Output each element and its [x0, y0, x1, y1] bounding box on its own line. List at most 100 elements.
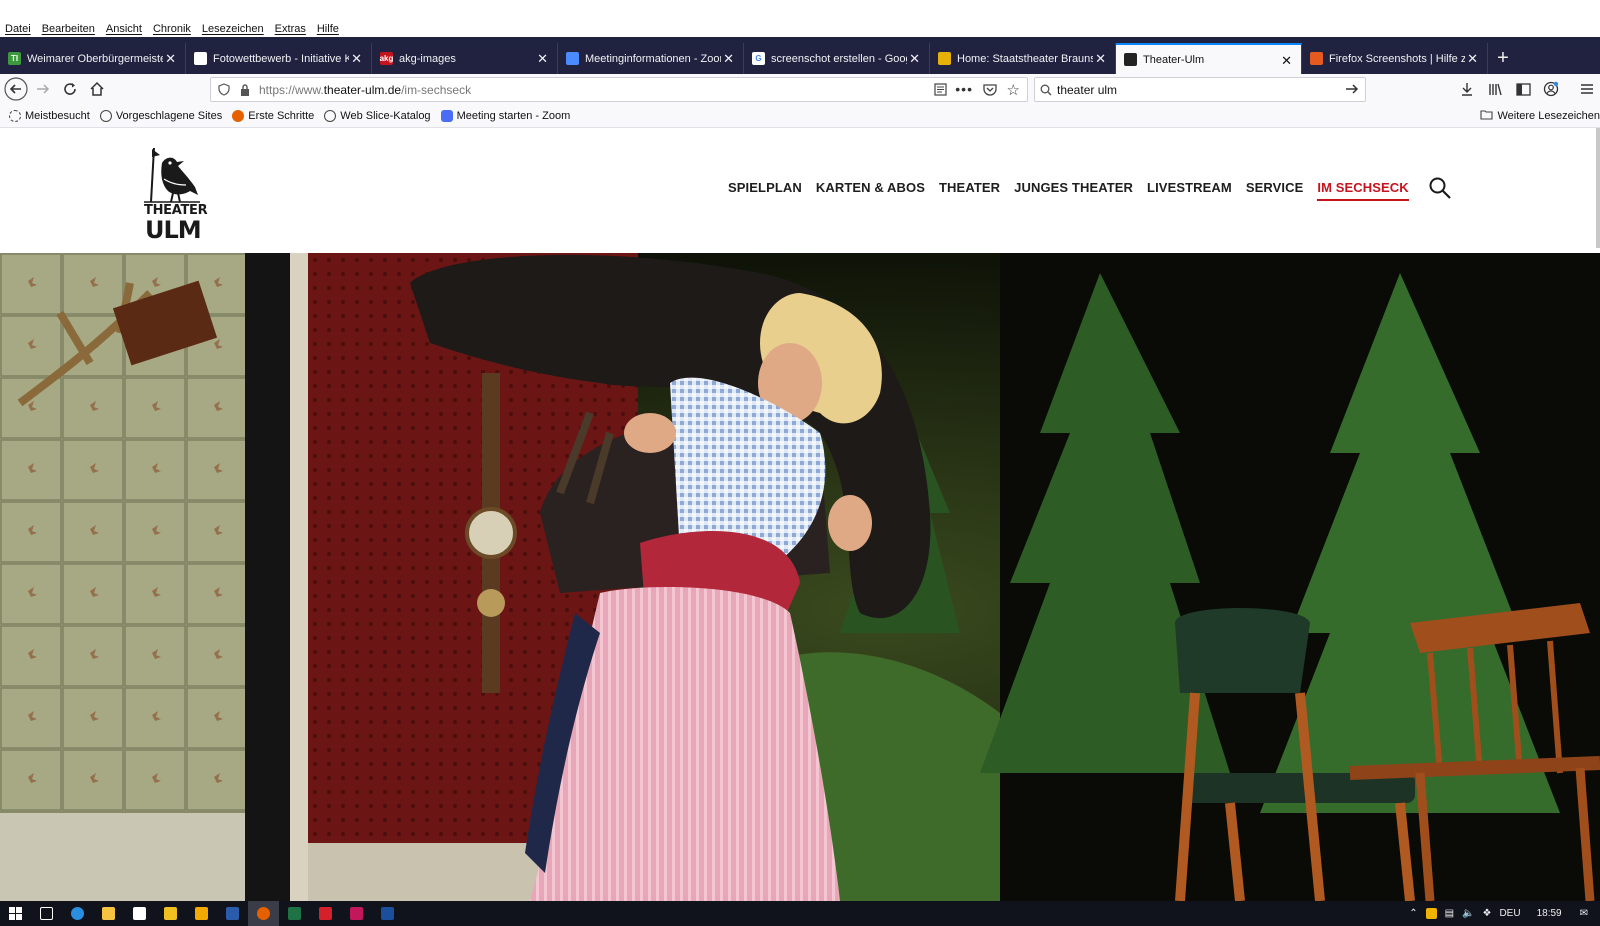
search-input[interactable]: theater ulm	[1057, 83, 1117, 97]
bookmark-item[interactable]: Meistbesucht	[9, 109, 90, 122]
nav-item-karten-abos[interactable]: KARTEN & ABOS	[816, 180, 925, 201]
tab-close-icon[interactable]: ✕	[1467, 51, 1478, 67]
excel-glyph	[288, 907, 301, 920]
tab-favicon-icon	[938, 52, 951, 65]
nav-item-service[interactable]: SERVICE	[1246, 180, 1304, 201]
volume-icon[interactable]: 🔈	[1462, 908, 1474, 919]
nav-item-im-sechseck[interactable]: IM SECHSECK	[1317, 180, 1409, 201]
forward-button[interactable]	[29, 76, 56, 103]
tab-close-icon[interactable]: ✕	[723, 51, 734, 67]
hamburger-menu-icon[interactable]	[1574, 76, 1600, 102]
bookmark-item[interactable]: Erste Schritte	[232, 109, 314, 122]
edge-icon[interactable]	[62, 901, 93, 926]
word-icon[interactable]	[217, 901, 248, 926]
reader-view-icon[interactable]	[934, 83, 947, 99]
explorer-icon[interactable]	[93, 901, 124, 926]
nav-item-theater[interactable]: THEATER	[939, 180, 1000, 201]
app-yellow-icon[interactable]	[155, 901, 186, 926]
nav-item-livestream[interactable]: LIVESTREAM	[1147, 180, 1232, 201]
app-orange-glyph	[195, 907, 208, 920]
tab-4[interactable]: Gscreenschot erstellen - Google ✕	[744, 43, 930, 74]
tray-app-icon[interactable]	[1425, 908, 1437, 919]
forward-arrow-icon	[36, 84, 49, 94]
search-go-icon[interactable]	[1345, 82, 1359, 99]
bookmarks-toolbar: Meistbesucht Vorgeschlagene Sites Erste Sc…	[0, 104, 1600, 128]
taskbar-apps	[0, 901, 403, 926]
tab-favicon-icon	[1310, 52, 1323, 65]
page-actions-icon[interactable]: •••	[955, 81, 973, 97]
dropbox-icon[interactable]: ❖	[1482, 908, 1491, 919]
home-icon	[89, 81, 104, 96]
menu-chronik[interactable]: Chronik	[153, 23, 191, 35]
store-icon[interactable]	[124, 901, 155, 926]
bookmark-item[interactable]: Meeting starten - Zoom	[440, 109, 571, 122]
other-bookmarks[interactable]: Weitere Lesezeichen	[1480, 109, 1600, 123]
tab-2[interactable]: akg akg-images ✕	[372, 43, 558, 74]
theater-ulm-logo[interactable]: THEATER ULM	[140, 145, 210, 245]
nav-item-junges-theater[interactable]: JUNGES THEATER	[1014, 180, 1133, 201]
tab-close-icon[interactable]: ✕	[351, 51, 362, 67]
clock[interactable]: 18:59	[1537, 908, 1562, 919]
page-scrollbar[interactable]	[1596, 128, 1600, 248]
tab-0[interactable]: TI Weimarer Oberbürgermeister z✕	[0, 43, 186, 74]
gear-icon	[9, 109, 21, 122]
bookmark-label: Meeting starten - Zoom	[456, 109, 571, 122]
task-view-icon[interactable]	[31, 901, 62, 926]
tab-close-icon[interactable]: ✕	[909, 51, 920, 67]
menu-hilfe[interactable]: Hilfe	[317, 23, 339, 35]
url-path: /im-sechseck	[401, 82, 472, 97]
tab-title: Theater-Ulm	[1143, 53, 1205, 66]
downloads-icon[interactable]	[1454, 76, 1480, 102]
store-glyph	[133, 907, 146, 920]
tab-5[interactable]: Home: Staatstheater Braunsch ✕	[930, 43, 1116, 74]
photoshop-icon[interactable]	[372, 901, 403, 926]
shield-icon[interactable]	[211, 83, 237, 96]
menu-lesezeichen[interactable]: Lesezeichen	[202, 23, 264, 35]
notifications-icon[interactable]: ✉	[1580, 908, 1588, 919]
pocket-icon[interactable]	[983, 83, 997, 99]
indesign-glyph	[350, 907, 363, 920]
bookmark-star-icon[interactable]: ☆	[1007, 81, 1020, 99]
language-indicator[interactable]: DEU	[1499, 908, 1520, 919]
indesign-icon[interactable]	[341, 901, 372, 926]
menu-bearbeiten[interactable]: Bearbeiten	[42, 23, 95, 35]
lock-icon[interactable]	[237, 83, 253, 96]
tab-3[interactable]: Meetinginformationen - Zoom ✕	[558, 43, 744, 74]
main-navigation: SPIELPLAN KARTEN & ABOS THEATER JUNGES THEA…	[728, 180, 1409, 201]
globe-icon	[99, 109, 112, 122]
url-bar[interactable]: https://www.theater-ulm.de/im-sechseck •…	[210, 77, 1028, 102]
tab-close-icon[interactable]: ✕	[1095, 51, 1106, 67]
library-icon[interactable]	[1482, 76, 1508, 102]
tab-7[interactable]: Firefox Screenshots | Hilfe zu Fi✕	[1302, 43, 1488, 74]
reload-button[interactable]	[56, 76, 83, 103]
network-icon[interactable]: ▤	[1445, 908, 1454, 919]
firefox-icon[interactable]	[248, 901, 279, 926]
tab-close-icon[interactable]: ✕	[537, 51, 548, 67]
tab-close-icon[interactable]: ✕	[1281, 53, 1292, 69]
acrobat-icon[interactable]	[310, 901, 341, 926]
app-orange-icon[interactable]	[186, 901, 217, 926]
menu-datei[interactable]: Datei	[5, 23, 31, 35]
bookmark-item[interactable]: Vorgeschlagene Sites	[99, 109, 222, 122]
tab-close-icon[interactable]: ✕	[165, 51, 176, 67]
menu-ansicht[interactable]: Ansicht	[106, 23, 142, 35]
back-button[interactable]	[2, 76, 29, 103]
tray-chevron-icon[interactable]: ⌃	[1409, 908, 1417, 919]
firefox-icon	[232, 109, 245, 122]
site-search-icon[interactable]	[1428, 176, 1452, 200]
bookmark-item[interactable]: Web Slice-Katalog	[324, 109, 431, 122]
search-bar[interactable]: theater ulm	[1034, 77, 1366, 102]
tab-1[interactable]: Fotowettbewerb - Initiative Kul ✕	[186, 43, 372, 74]
tab-6[interactable]: Theater-Ulm ✕	[1116, 43, 1302, 74]
top-strip	[0, 0, 1600, 20]
new-tab-plus-icon[interactable]: +	[1488, 43, 1518, 74]
firefox-glyph	[257, 907, 270, 920]
account-icon[interactable]	[1538, 76, 1564, 102]
hero-stage-photo	[0, 253, 1600, 901]
excel-icon[interactable]	[279, 901, 310, 926]
home-button[interactable]	[83, 76, 110, 103]
sidebar-icon[interactable]	[1510, 76, 1536, 102]
windows-start-icon[interactable]	[0, 901, 31, 926]
menu-extras[interactable]: Extras	[275, 23, 306, 35]
nav-item-spielplan[interactable]: SPIELPLAN	[728, 180, 802, 201]
